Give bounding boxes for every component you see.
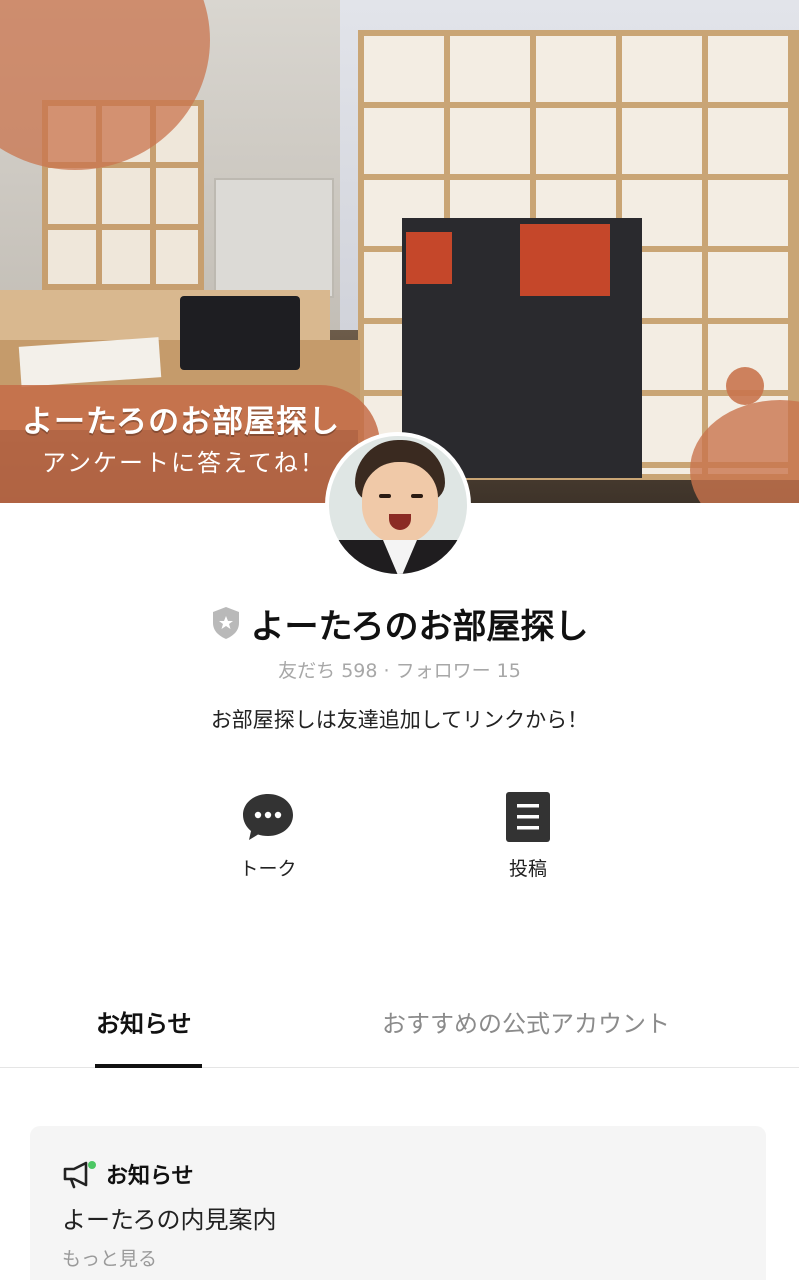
see-more-link[interactable]: もっと見る — [62, 1244, 157, 1271]
follower-stats: 友だち 598 · フォロワー 15 — [278, 660, 521, 682]
account-name-row: よーたろのお部屋探し — [0, 600, 799, 647]
talk-label: トーク — [239, 858, 297, 880]
notice-title: よーたろの内見案内 — [62, 1206, 277, 1234]
status-message: お部屋探しは友達追加してリンクから！ — [210, 708, 589, 732]
account-name: よーたろのお部屋探し — [250, 606, 589, 647]
cover-subtitle: アンケートに答えてね！ — [42, 449, 326, 477]
cover-title: よーたろのお部屋探し — [22, 404, 341, 440]
post-list-icon — [506, 792, 550, 842]
shield-star-icon — [212, 607, 239, 639]
tab-recommended-accounts[interactable]: おすすめの公式アカウント — [382, 1004, 670, 1039]
megaphone-icon — [63, 1161, 96, 1189]
notice-heading: お知らせ — [106, 1164, 194, 1189]
notice-card[interactable]: お知らせ よーたろの内見案内 もっと見る — [30, 1126, 766, 1280]
chat-bubble-icon — [243, 794, 293, 840]
active-tab-indicator — [95, 1064, 202, 1068]
tab-news[interactable]: お知らせ — [96, 1004, 192, 1039]
tab-bar: お知らせ おすすめの公式アカウント — [0, 990, 799, 1068]
notice-header: お知らせ — [62, 1158, 194, 1190]
posts-label: 投稿 — [508, 858, 547, 880]
talk-button[interactable]: トーク — [208, 790, 328, 890]
posts-button[interactable]: 投稿 — [468, 790, 588, 890]
cover-image: よーたろのお部屋探し アンケートに答えてね！ — [0, 0, 799, 503]
avatar[interactable] — [325, 432, 471, 578]
